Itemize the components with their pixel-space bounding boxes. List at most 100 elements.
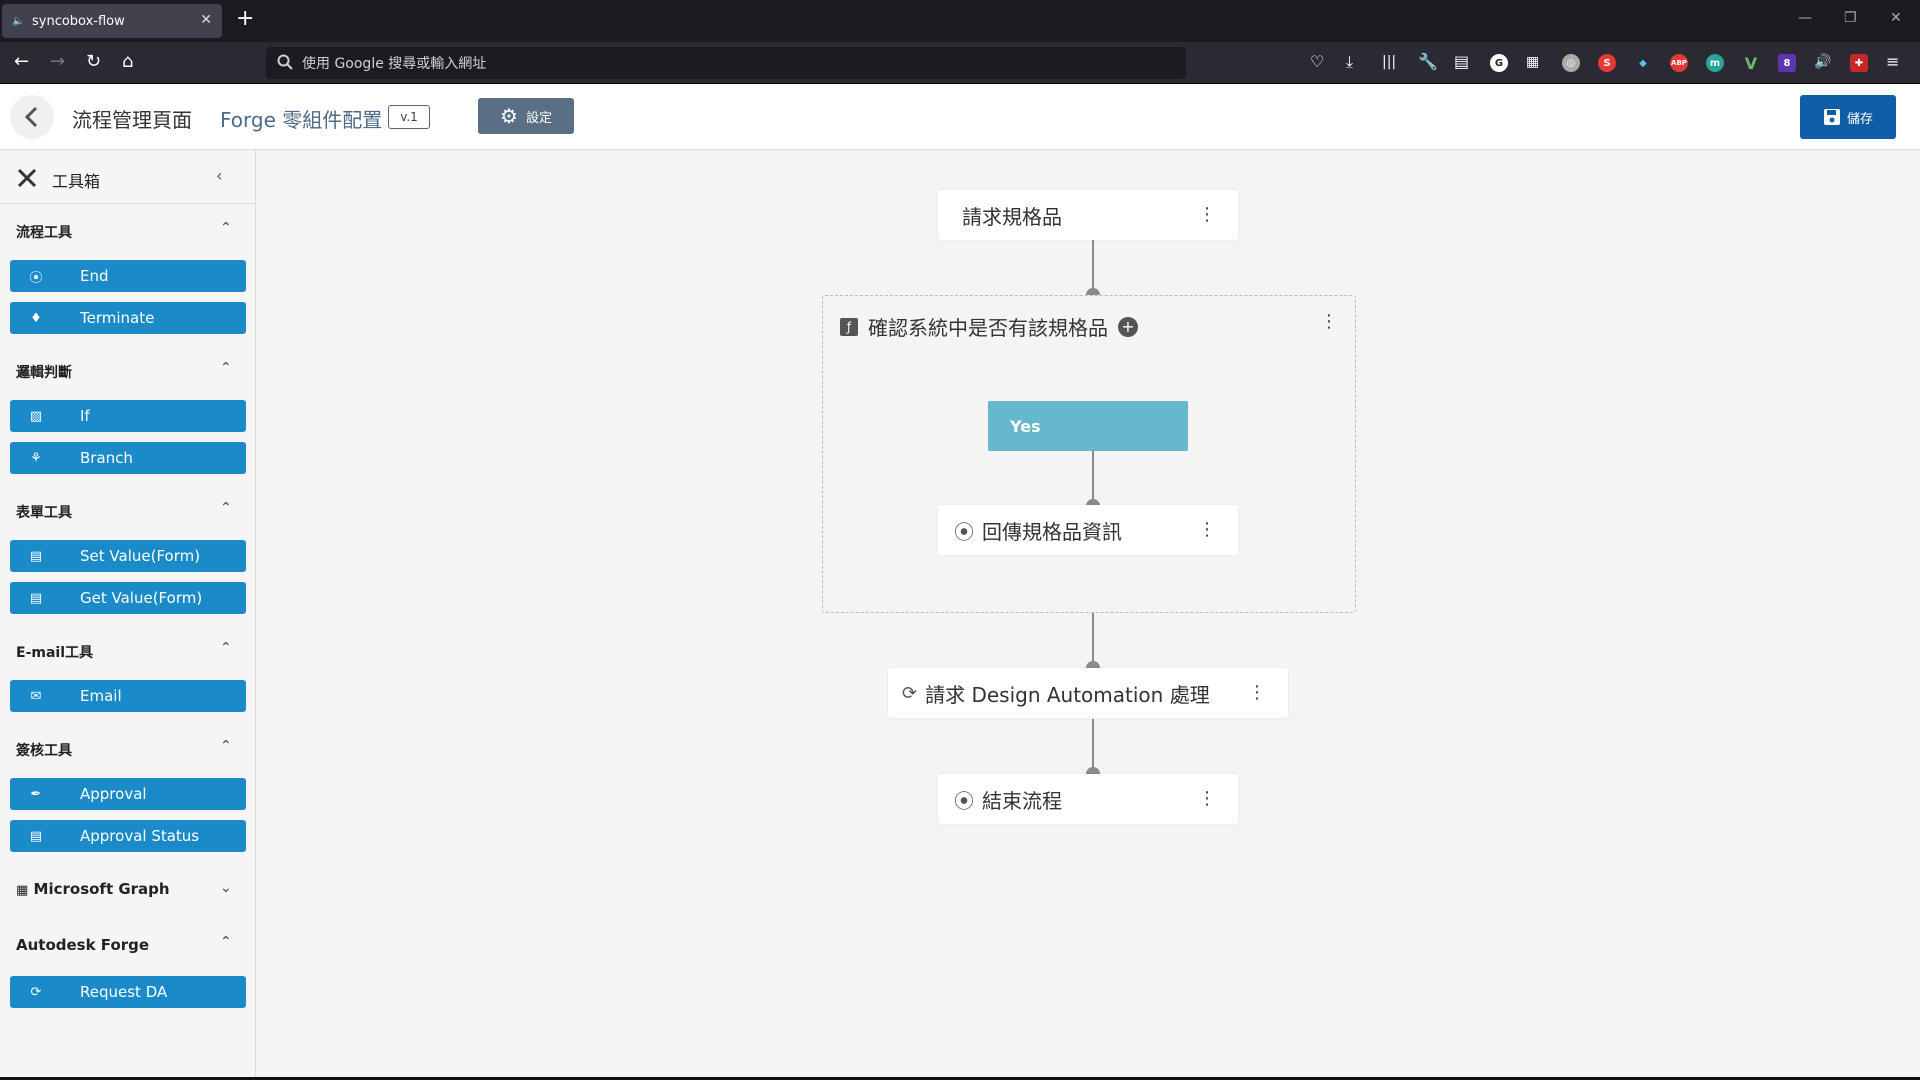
flow-node-request-spec[interactable]: 請求規格品 ⋮ [938,190,1238,240]
m-extension-icon[interactable]: m [1706,54,1724,72]
rotate-3d-icon: ⟳ [902,682,918,704]
tool-approval-status[interactable]: ▤ Approval Status [10,820,246,852]
new-tab-button[interactable]: + [236,8,254,30]
tool-get-value-form[interactable]: ▤ Get Value(Form) [10,582,246,614]
section-microsoft-graph[interactable]: ▦ Microsoft Graph [16,880,170,898]
tool-request-da[interactable]: ⟳ Request DA [10,976,246,1008]
home-icon[interactable]: ⌂ [122,52,133,72]
stop-circle-icon: ⦿ [954,519,974,544]
section-logic[interactable]: 邏輯判斷 [16,362,72,382]
tool-end[interactable]: ⦿ End [10,260,246,292]
download-icon[interactable]: ⤓ [1346,52,1353,72]
search-icon [277,54,293,70]
save-label: 儲存 [1846,111,1873,127]
flow-node-design-automation[interactable]: ⟳ 請求 Design Automation 處理 ⋮ [888,668,1288,718]
version-badge: v.1 [388,105,430,129]
add-circle-icon[interactable]: + [1118,316,1138,337]
connector-cap [1086,661,1100,668]
chevron-up-icon[interactable]: ⌃ [220,220,232,236]
node-label: 結束流程 [982,788,1062,813]
tools-icon [17,168,37,188]
section-approval-tools[interactable]: 簽核工具 [16,740,72,760]
flow-node-end[interactable]: ⦿ 結束流程 ⋮ [938,774,1238,824]
chevron-up-icon[interactable]: ⌃ [220,934,232,950]
stop-circle-icon: ⦿ [29,270,43,286]
wrench-icon[interactable]: 🔧 [1418,52,1438,72]
feather-icon: ✒ [30,786,42,802]
forward-arrow-icon[interactable]: → [50,52,65,72]
badge-extension-icon[interactable]: 8 [1778,54,1796,72]
page-subtitle: Forge 零組件配置 [220,108,383,132]
connector-cap [1086,767,1100,774]
section-autodesk-forge[interactable]: Autodesk Forge [16,936,149,954]
if-node-header[interactable]: ƒ 確認系統中是否有該規格品 + [840,312,1138,341]
form-edit-icon: ▤ [29,548,43,564]
toolbox-sidebar: 工具箱 ‹ 流程工具 ⌃ ⦿ End ♦ Terminate 邏輯判斷 ⌃ ▨ If … [0,150,256,1080]
s-extension-icon[interactable]: S [1598,54,1616,72]
window-close-icon[interactable]: ✕ [1890,10,1902,26]
chevron-up-icon[interactable]: ⌃ [220,738,232,754]
section-email-tools[interactable]: E-mail工具 [16,642,93,662]
flow-node-return-spec[interactable]: ⦿ 回傳規格品資訊 ⋮ [938,505,1238,555]
speaker-icon: 🔈 [12,15,25,27]
adblock-icon[interactable]: ABP [1670,54,1688,72]
browser-nav-bar: ← → ↻ ⌂ 使用 Google 搜尋或輸入網址 ♡ ⤓ ||| 🔧 ▤ G … [0,42,1920,84]
restore-icon[interactable]: ❐ [1844,10,1857,26]
browser-tab-bar: 🔈 syncobox-flow ✕ + — ❐ ✕ [0,0,1920,42]
browser-tab[interactable]: 🔈 syncobox-flow ✕ [2,4,222,38]
chevron-up-icon[interactable]: ⌃ [220,500,232,516]
gem-icon[interactable]: ◆ [1634,54,1652,72]
url-bar[interactable]: 使用 Google 搜尋或輸入網址 [266,47,1186,79]
chevron-left-icon [24,106,38,128]
toolbox-header: 工具箱 ‹ [0,150,256,204]
speaker-icon[interactable]: 🔊 [1814,52,1831,72]
reload-icon[interactable]: ↻ [86,52,101,72]
connector-cap [1086,288,1100,295]
pocket-icon[interactable]: ♡ [1310,52,1324,72]
settings-label: 設定 [525,110,552,126]
more-vertical-icon[interactable]: ⋮ [1198,790,1216,808]
grid-icon[interactable]: ▦ [1526,52,1539,72]
close-tab-icon[interactable]: ✕ [200,12,212,28]
tool-if[interactable]: ▨ If [10,400,246,432]
yes-branch[interactable]: Yes [988,401,1188,451]
back-arrow-icon[interactable]: ← [14,52,29,72]
connector-line [1092,240,1094,292]
save-button[interactable]: 儲存 [1800,95,1896,139]
tool-terminate[interactable]: ♦ Terminate [10,302,246,334]
connector-line [1092,613,1094,665]
collapse-sidebar-icon[interactable]: ‹ [216,166,222,185]
form-status-icon: ▤ [29,828,43,844]
reader-icon[interactable]: ▤ [1454,52,1469,72]
more-vertical-icon[interactable]: ⋮ [1198,521,1216,539]
page-title: 流程管理頁面 [72,108,192,132]
section-flow-tools[interactable]: 流程工具 [16,222,72,242]
envelope-icon: ✉ [30,688,42,704]
node-label: 回傳規格品資訊 [982,519,1122,544]
url-placeholder: 使用 Google 搜尋或輸入網址 [302,56,487,72]
section-form-tools[interactable]: 表單工具 [16,502,72,522]
v-extension-icon[interactable]: V [1742,54,1760,73]
puzzle-icon[interactable]: ✚ [1850,54,1868,72]
back-button[interactable] [10,95,54,139]
if-icon: ▨ [29,408,43,424]
chevron-up-icon[interactable]: ⌃ [220,640,232,656]
more-vertical-icon[interactable]: ⋮ [1320,311,1338,332]
tool-set-value-form[interactable]: ▤ Set Value(Form) [10,540,246,572]
more-vertical-icon[interactable]: ⋮ [1248,684,1266,702]
if-container[interactable] [822,295,1356,613]
chevron-down-icon[interactable]: ⌄ [220,880,232,896]
grammarly-icon[interactable]: G [1490,54,1508,72]
settings-button[interactable]: ⚙ 設定 [478,98,574,134]
tool-branch[interactable]: ⚘ Branch [10,442,246,474]
library-icon[interactable]: ||| [1382,52,1396,72]
extension-circle-icon[interactable]: ◎ [1562,54,1580,72]
tool-approval[interactable]: ✒ Approval [10,778,246,810]
more-vertical-icon[interactable]: ⋮ [1198,206,1216,224]
drop-icon: ♦ [30,310,42,326]
minimize-icon[interactable]: — [1798,10,1812,26]
chevron-up-icon[interactable]: ⌃ [220,360,232,376]
menu-icon[interactable]: ≡ [1886,52,1899,72]
tool-email[interactable]: ✉ Email [10,680,246,712]
stop-circle-icon: ⦿ [954,788,974,813]
